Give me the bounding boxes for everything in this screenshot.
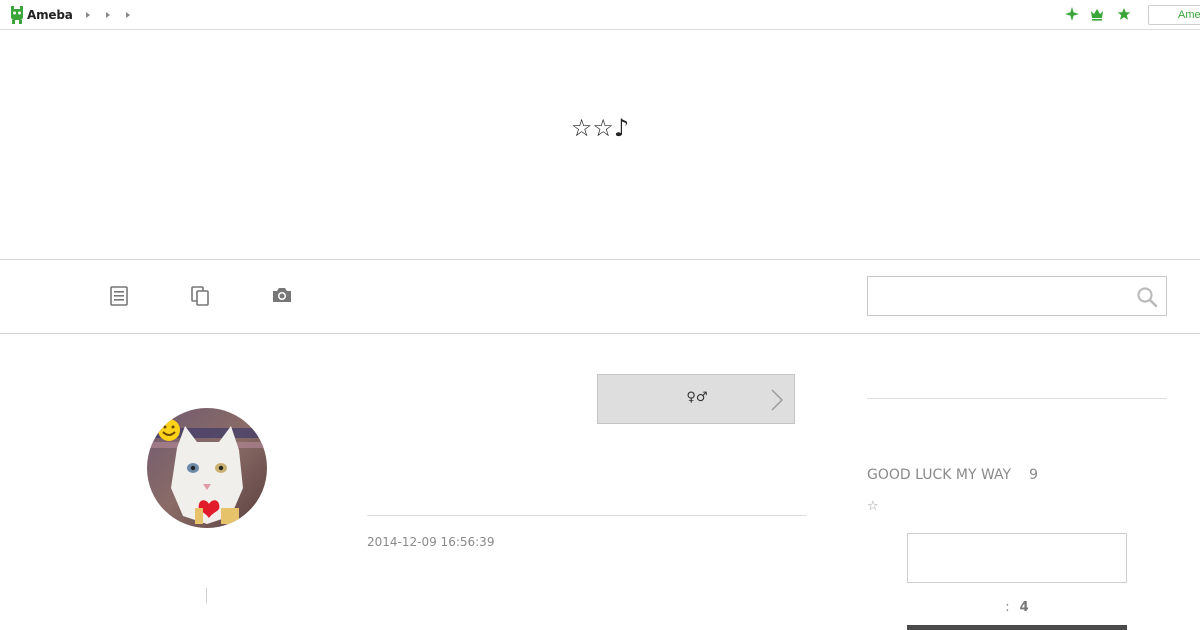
blog-nav-bar [0, 259, 1200, 334]
pages-icon[interactable] [191, 286, 209, 310]
profile-name-text: GOOD LUCK MY WAY [867, 467, 1012, 483]
follow-button[interactable] [907, 625, 1127, 630]
chevron-right-icon [770, 389, 784, 411]
search-icon[interactable] [1136, 286, 1158, 308]
theme-label: ♀♂ [686, 390, 708, 405]
profile-star: ☆ [867, 499, 879, 514]
reader-count: 4 [1019, 600, 1029, 615]
entry-divider [367, 515, 807, 516]
breadcrumb-arrow-icon[interactable] [126, 12, 130, 18]
ameba-logo[interactable]: Ameba [10, 5, 73, 25]
ameba-mascot-icon [11, 6, 23, 24]
reader-label: : [1005, 600, 1010, 615]
camera-icon[interactable] [271, 286, 293, 308]
top-bar: Ameba Ameba [0, 0, 1200, 30]
sidebar-divider [867, 398, 1167, 399]
crown-icon[interactable] [1090, 7, 1104, 21]
star-icon[interactable] [1117, 7, 1131, 21]
blog-title[interactable]: ☆☆♪ [0, 114, 1200, 142]
search-box[interactable] [867, 276, 1167, 316]
sparkle-icon[interactable] [1065, 7, 1079, 21]
entry-list-icon[interactable] [110, 286, 128, 310]
reader-count-line: :4 [907, 600, 1127, 615]
breadcrumb-arrow-icon[interactable] [106, 12, 110, 18]
profile-name[interactable]: GOOD LUCK MY WAY 9 [867, 467, 1038, 483]
entry-date: 2014-12-09 16:56:39 [367, 535, 495, 549]
divider [206, 588, 207, 603]
login-button[interactable]: Ameba [1148, 5, 1200, 25]
reader-box[interactable] [907, 533, 1127, 583]
logo-text: Ameba [27, 8, 73, 22]
avatar-cat-image [147, 408, 267, 528]
theme-button[interactable]: ♀♂ [597, 374, 795, 424]
profile-avatar[interactable] [147, 408, 267, 528]
profile-count: 9 [1029, 467, 1038, 483]
breadcrumb-arrow-icon[interactable] [86, 12, 90, 18]
